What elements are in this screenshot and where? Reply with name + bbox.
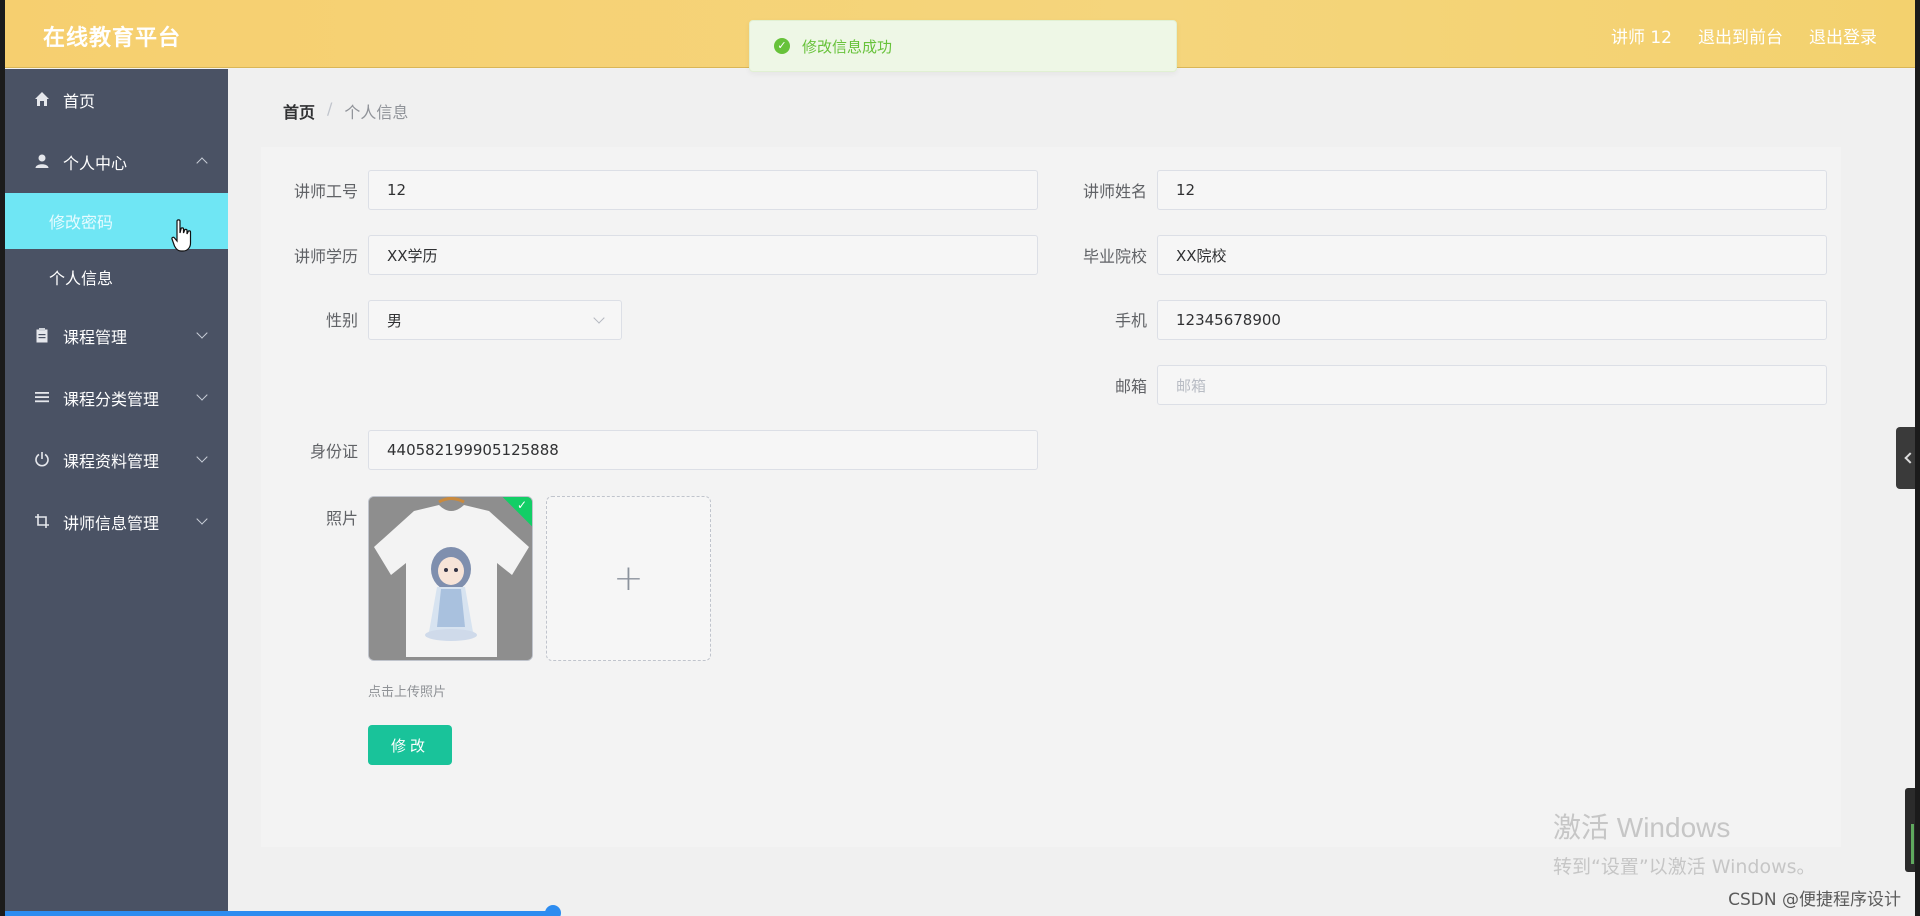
hand-cursor-icon bbox=[171, 219, 192, 252]
chevron-down-icon bbox=[196, 451, 208, 463]
sidebar-item-label: 课程分类管理 bbox=[63, 390, 160, 409]
submit-button[interactable]: 修改 bbox=[368, 725, 452, 765]
sidebar-item-course-management[interactable]: 课程管理 bbox=[5, 305, 228, 367]
breadcrumb: 首页 / 个人信息 bbox=[283, 99, 408, 123]
plus-icon: + bbox=[613, 558, 644, 599]
tshirt-photo-image bbox=[369, 497, 532, 660]
power-icon bbox=[33, 451, 51, 469]
photo-label: 照片 bbox=[325, 509, 358, 528]
teacher-name-input[interactable]: 12 bbox=[1157, 170, 1827, 210]
main-content: 首页 / 个人信息 讲师工号 12 讲师姓名 12 讲师学历 XX学历 毕业院校… bbox=[228, 69, 1915, 916]
sidebar-item-label: 课程管理 bbox=[63, 328, 128, 347]
brand-title: 在线教育平台 bbox=[43, 26, 182, 51]
sidebar-item-course-material[interactable]: 课程资料管理 bbox=[5, 429, 228, 491]
chevron-down-icon bbox=[196, 513, 208, 525]
submenu-item-personal-info[interactable]: 个人信息 bbox=[5, 249, 228, 305]
windows-activation-subtitle: 转到“设置”以激活 Windows。 bbox=[1553, 856, 1816, 878]
success-check-icon: ✓ bbox=[774, 38, 790, 54]
chevron-up-icon bbox=[196, 157, 208, 169]
header-actions: 讲师 12 退出到前台 退出登录 bbox=[1611, 23, 1877, 48]
windows-activation-watermark: 激活 Windows 转到“设置”以激活 Windows。 bbox=[1553, 806, 1816, 879]
video-progress-bar[interactable] bbox=[5, 911, 553, 916]
email-input[interactable]: 邮箱 bbox=[1157, 365, 1827, 405]
sidebar-item-course-category[interactable]: 课程分类管理 bbox=[5, 367, 228, 429]
chevron-down-icon bbox=[196, 327, 208, 339]
current-user-label: 讲师 12 bbox=[1610, 28, 1672, 48]
breadcrumb-current: 个人信息 bbox=[344, 103, 409, 122]
user-icon bbox=[33, 153, 51, 171]
front-link[interactable]: 退出到前台 bbox=[1698, 23, 1783, 48]
breadcrumb-separator: / bbox=[327, 99, 333, 118]
email-label: 邮箱 bbox=[1114, 377, 1147, 396]
id-card-label: 身份证 bbox=[309, 442, 358, 461]
sidebar: 首页 个人中心 修改密码 个人信息 课程管理 课程分类管理 课程资料管理 讲师信… bbox=[5, 69, 228, 916]
volume-indicator bbox=[1905, 788, 1915, 872]
teacher-name-label: 讲师姓名 bbox=[1082, 182, 1147, 201]
phone-label: 手机 bbox=[1114, 311, 1147, 330]
sidebar-item-label: 讲师信息管理 bbox=[63, 514, 160, 533]
home-icon bbox=[33, 91, 51, 109]
photo-upload-hint: 点击上传照片 bbox=[368, 685, 447, 700]
teacher-id-label: 讲师工号 bbox=[293, 182, 358, 201]
teacher-id-input[interactable]: 12 bbox=[368, 170, 1038, 210]
uploaded-photo[interactable]: ✓ bbox=[368, 496, 533, 661]
phone-input[interactable]: 12345678900 bbox=[1157, 300, 1827, 340]
collapse-panel-button[interactable] bbox=[1896, 427, 1915, 489]
app-window: 在线教育平台 讲师 12 退出到前台 退出登录 ✓ 修改信息成功 首页 个人中心… bbox=[5, 0, 1915, 916]
breadcrumb-home[interactable]: 首页 bbox=[283, 99, 315, 123]
school-input[interactable]: XX院校 bbox=[1157, 235, 1827, 275]
toast-message: 修改信息成功 bbox=[802, 37, 893, 56]
education-label: 讲师学历 bbox=[293, 247, 358, 266]
gender-select-value: 男 bbox=[387, 311, 403, 330]
education-input[interactable]: XX学历 bbox=[368, 235, 1038, 275]
list-icon bbox=[33, 389, 51, 407]
submenu-item-change-password[interactable]: 修改密码 bbox=[5, 193, 228, 249]
id-card-input[interactable]: 440582199905125888 bbox=[368, 430, 1038, 470]
sidebar-item-home[interactable]: 首页 bbox=[5, 69, 228, 131]
sidebar-item-personal-center[interactable]: 个人中心 bbox=[5, 131, 228, 193]
crop-icon bbox=[33, 513, 51, 531]
windows-activation-title: 激活 Windows bbox=[1553, 812, 1731, 843]
school-label: 毕业院校 bbox=[1082, 247, 1147, 266]
photo-upload-button[interactable]: + bbox=[546, 496, 711, 661]
gender-label: 性别 bbox=[325, 311, 358, 330]
logout-link[interactable]: 退出登录 bbox=[1809, 23, 1877, 48]
chevron-down-icon bbox=[196, 389, 208, 401]
sidebar-item-label: 个人中心 bbox=[63, 154, 128, 173]
clipboard-icon bbox=[33, 327, 51, 345]
gender-select[interactable]: 男 bbox=[368, 300, 622, 340]
csdn-watermark: CSDN @便捷程序设计 bbox=[1728, 890, 1901, 910]
sidebar-item-teacher-info[interactable]: 讲师信息管理 bbox=[5, 491, 228, 553]
success-toast: ✓ 修改信息成功 bbox=[749, 20, 1177, 72]
chevron-down-icon bbox=[593, 312, 605, 324]
chevron-left-icon bbox=[1904, 452, 1915, 464]
check-icon: ✓ bbox=[516, 498, 527, 512]
progress-handle[interactable] bbox=[545, 905, 561, 916]
sidebar-item-label: 课程资料管理 bbox=[63, 452, 160, 471]
sidebar-item-label: 首页 bbox=[63, 92, 96, 111]
profile-form: 讲师工号 12 讲师姓名 12 讲师学历 XX学历 毕业院校 XX院校 性别 男… bbox=[261, 147, 1841, 847]
